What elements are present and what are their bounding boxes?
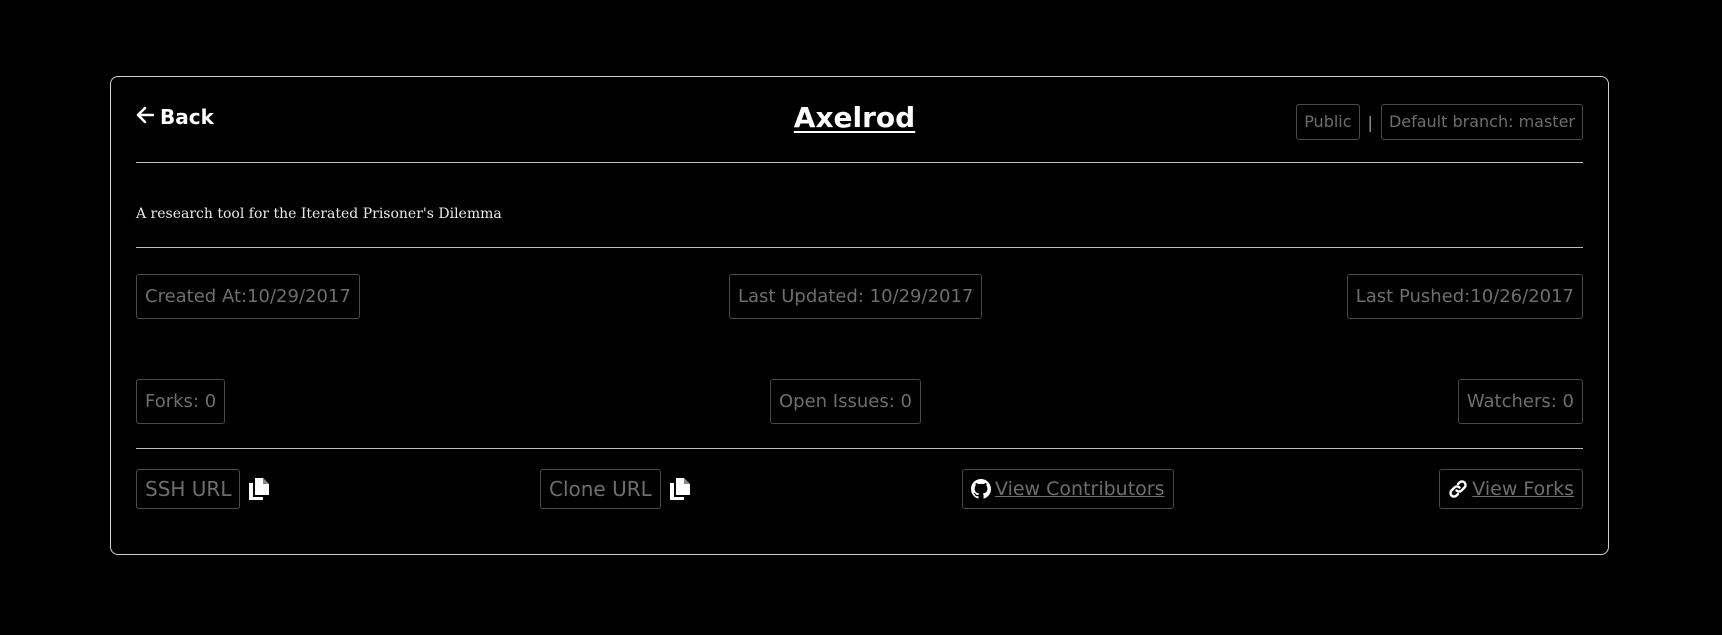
forks-badge: Forks: 0 bbox=[136, 379, 226, 424]
open-issues-badge: Open Issues: 0 bbox=[770, 379, 921, 424]
default-branch-badge: Default branch: master bbox=[1380, 104, 1583, 140]
repo-card-body: Back Axelrod Public | Default branch: ma… bbox=[136, 77, 1583, 554]
last-pushed-badge: Last Pushed:10/26/2017 bbox=[1346, 274, 1583, 319]
visibility-badge: Public bbox=[1296, 104, 1360, 140]
view-contributors-link[interactable]: View Contributors bbox=[962, 469, 1174, 509]
clone-url-label: Clone URL bbox=[540, 469, 661, 509]
view-forks-link[interactable]: View Forks bbox=[1439, 469, 1583, 509]
repo-meta: Public | Default branch: master bbox=[1296, 104, 1583, 140]
view-contributors-label: View Contributors bbox=[995, 478, 1165, 500]
link-icon bbox=[1448, 479, 1468, 499]
page-title[interactable]: Axelrod bbox=[794, 101, 915, 134]
divider bbox=[136, 247, 1583, 248]
copy-ssh-url-icon[interactable] bbox=[248, 477, 270, 501]
back-label: Back bbox=[160, 105, 214, 129]
meta-separator: | bbox=[1367, 112, 1373, 132]
ssh-url-group: SSH URL bbox=[136, 469, 270, 509]
repo-card: Back Axelrod Public | Default branch: ma… bbox=[110, 76, 1609, 555]
clone-url-group: Clone URL bbox=[540, 469, 691, 509]
last-updated-badge: Last Updated: 10/29/2017 bbox=[729, 274, 983, 319]
repo-description: A research tool for the Iterated Prisone… bbox=[136, 206, 502, 222]
created-at-badge: Created At:10/29/2017 bbox=[136, 274, 360, 319]
github-icon bbox=[971, 479, 991, 499]
watchers-badge: Watchers: 0 bbox=[1457, 379, 1583, 424]
back-button[interactable]: Back bbox=[136, 105, 214, 129]
copy-clone-url-icon[interactable] bbox=[669, 477, 691, 501]
arrow-left-icon bbox=[136, 105, 155, 129]
divider bbox=[136, 162, 1583, 163]
divider bbox=[136, 448, 1583, 449]
ssh-url-label: SSH URL bbox=[136, 469, 241, 509]
view-forks-label: View Forks bbox=[1472, 478, 1574, 500]
